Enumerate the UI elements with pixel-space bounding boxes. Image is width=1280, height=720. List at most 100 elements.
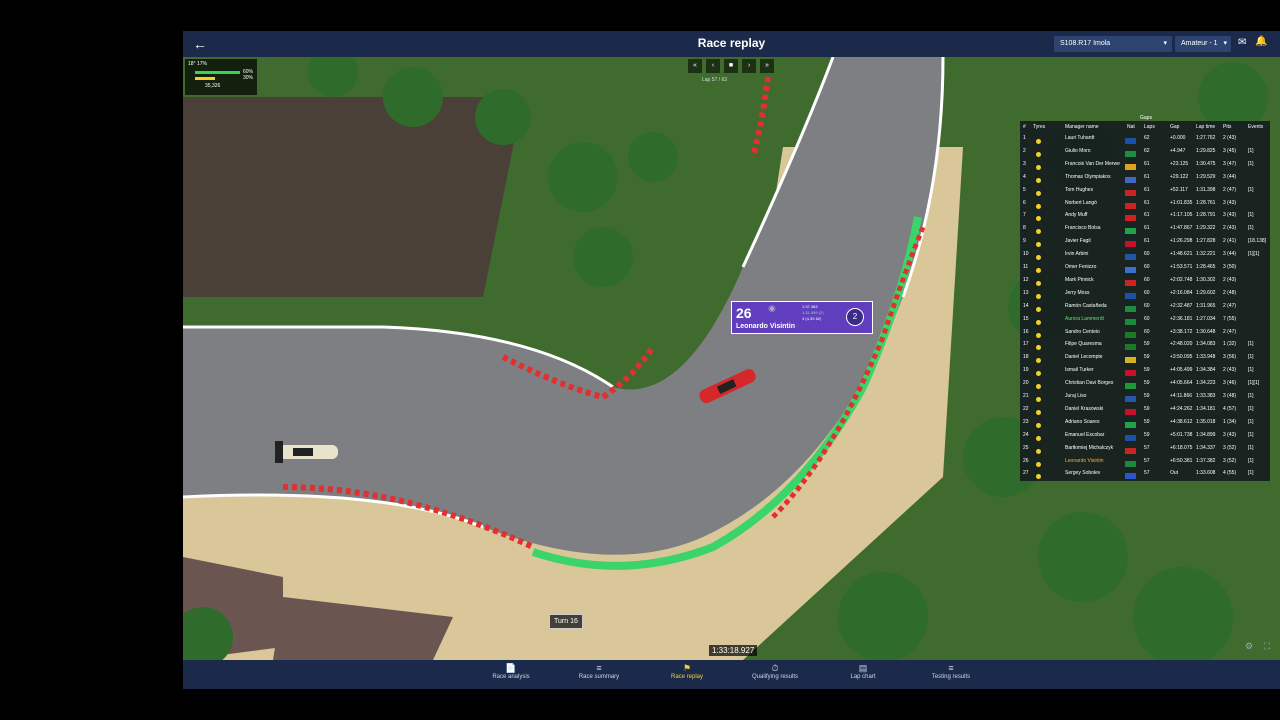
table-row[interactable]: 21 Juraj Liso 59 +4:11.866 1:33.383 3 (48) [1] (1020, 393, 1270, 406)
settings-icon[interactable]: ⚙ (1243, 641, 1255, 653)
cell-manager: Omer Fenizzo (1065, 264, 1097, 270)
table-row[interactable]: 12 Mark Pinnick 60 +2:02.748 1:30.302 2 (43) (1020, 277, 1270, 290)
cell-manager: Sergey Sobolev (1065, 470, 1101, 477)
cell-manager: Christian Davi Borges (1065, 380, 1114, 387)
table-row[interactable]: 26 Leonardo Visintin 57 +6:50.381 1:37.382 3 … (1020, 458, 1270, 471)
table-row[interactable]: 17 Filipe Quaresma 59 +2:48.020 1:34.083 1 (3… (1020, 341, 1270, 354)
table-row[interactable]: 22 Daniel Krasowski 59 +4:24.262 1:34.181 4 (… (1020, 406, 1270, 419)
table-row[interactable]: 1 Lauri Tuhardt 62 +0.000 1:27.762 2 (43) (1020, 135, 1270, 148)
driver-stat-1: 1:37.383 (802, 304, 818, 309)
table-row[interactable]: 3 Francois Van Der Merwe 61 +23.125 1:30.475… (1020, 161, 1270, 174)
col-header: Manager name (1065, 124, 1099, 130)
flag-icon (1125, 150, 1136, 157)
nav-item-testing-results[interactable]: ≡ Testing results (911, 663, 991, 680)
table-row[interactable]: 9 Javier Fagil 61 +1:26.298 1:27.828 2 (41) [1… (1020, 238, 1270, 251)
rewind-icon[interactable]: « (688, 59, 702, 73)
table-row[interactable]: 2 Giulio Moro 62 +4.947 1:29.825 3 (45) [1] (1020, 148, 1270, 161)
cell-manager: Andy Muff (1065, 212, 1088, 219)
cell-pits: 3 (44) (1223, 251, 1237, 258)
cell-laptime: 1:28.761 (1196, 199, 1216, 206)
fullscreen-icon[interactable]: ⛶ (1261, 641, 1273, 653)
cell-pits: 2 (43) (1223, 135, 1237, 141)
cell-manager: Norbert Langó (1065, 199, 1097, 206)
table-row[interactable]: 7 Andy Muff 61 +1:17.105 1:28.791 3 (43) [1] (1020, 212, 1270, 225)
tyre-icon (1036, 397, 1041, 402)
table-row[interactable]: 10 Irvin Arbini 60 +1:48.621 1:32.221 3 (44) [… (1020, 251, 1270, 264)
cell-position: 20 (1023, 380, 1029, 387)
col-header: # (1023, 124, 1026, 130)
table-row[interactable]: 15 Aurora Lammerdt 60 +2:36.181 1:27.034 7 (5… (1020, 316, 1270, 329)
level-select[interactable]: Amateur - 1 ▾ (1175, 36, 1231, 52)
bell-icon[interactable]: 🔔 (1255, 36, 1267, 47)
cell-pits: 2 (43) (1223, 276, 1237, 283)
mail-icon[interactable]: ✉ (1238, 37, 1246, 48)
cell-manager: Ismail Turker (1065, 367, 1094, 374)
table-row[interactable]: 5 Tom Hughes 61 +52.117 1:31.398 2 (47) [1] (1020, 187, 1270, 200)
cell-pits: 2 (43) (1223, 225, 1237, 232)
cell-position: 14 (1023, 302, 1029, 309)
cell-position: 24 (1023, 431, 1029, 438)
cell-events: [1] (1248, 186, 1254, 193)
nav-item-race-replay[interactable]: ⚑ Race replay (647, 663, 727, 680)
table-row[interactable]: 19 Ismail Turker 59 +4:05.499 1:34.384 2 (43)… (1020, 367, 1270, 380)
cell-gap: +3:50.095 (1170, 354, 1193, 361)
table-row[interactable]: 20 Christian Davi Borges 59 +4:05.664 1:34.2… (1020, 380, 1270, 393)
tyre-icon (1036, 190, 1041, 196)
step-back-icon[interactable]: ‹ (706, 59, 720, 73)
cell-position: 23 (1023, 418, 1029, 425)
table-row[interactable]: 6 Norbert Langó 61 +1:01.835 1:28.761 3 (43) (1020, 200, 1270, 213)
nav-item-lap-chart[interactable]: ▤ Lap chart (823, 663, 903, 680)
cell-position: 26 (1023, 457, 1029, 464)
flag-icon (1125, 292, 1136, 299)
flag-icon (1125, 267, 1136, 273)
table-row[interactable]: 24 Emanuel Escobar 59 +5:01.738 1:34.899 3 (4… (1020, 432, 1270, 445)
cell-gap: +2:02.748 (1170, 276, 1193, 283)
list-icon: ≡ (948, 663, 954, 673)
step-forward-icon[interactable]: › (742, 59, 756, 73)
flag-icon: ⚑ (682, 663, 692, 673)
cell-position: 8 (1023, 225, 1026, 232)
timer-icon: ⏱ (771, 663, 779, 673)
col-header: Laps (1144, 124, 1155, 130)
cell-manager: Lauri Tuhardt (1065, 135, 1095, 141)
tyre-icon (1036, 229, 1041, 235)
table-row[interactable]: 23 Adriano Soares 59 +4:38.612 1:35.018 1 (34… (1020, 419, 1270, 432)
table-row[interactable]: 25 Bartłomiej Michalczyk 57 +6:18.075 1:34.3… (1020, 445, 1270, 458)
table-row[interactable]: 13 Jerry Moss 60 +2:16.084 1:29.602 2 (48) (1020, 290, 1270, 303)
table-row[interactable]: 8 Francisco Bolsa 61 +1:47.867 1:29.322 2 (43… (1020, 225, 1270, 238)
nav-item-label: Testing results (931, 674, 971, 680)
flag-icon (1125, 408, 1136, 415)
standings-title: Gaps (1140, 115, 1152, 121)
nav-item-race-analysis[interactable]: 📄 Race analysis (471, 663, 551, 680)
table-row[interactable]: 14 Ramón Castañeda 60 +2:32.487 1:31.965 2 (4… (1020, 303, 1270, 316)
series-select[interactable]: S108.R17 Imola ▾ (1054, 36, 1172, 52)
cell-laps: 60 (1144, 328, 1150, 335)
cell-position: 3 (1023, 160, 1026, 167)
fast-forward-icon[interactable]: » (760, 59, 774, 73)
cell-position: 18 (1023, 354, 1029, 361)
cell-laps: 57 (1144, 444, 1150, 451)
driver-card[interactable]: 26 Leonardo Visintin ◉ 1:37.383 1:31.099… (731, 301, 873, 334)
turn-label: Turn 16 (549, 614, 583, 629)
cell-pits: 4 (57) (1223, 405, 1237, 412)
cell-laps: 60 (1144, 289, 1150, 296)
cell-laps: 59 (1144, 380, 1150, 387)
table-row[interactable]: 27 Sergey Sobolev 57 Out 1:33.608 4 (55) [1] (1020, 470, 1270, 483)
table-row[interactable]: 4 Thomas Olympiakos 61 +29.122 1:29.529 3 (44… (1020, 174, 1270, 187)
cell-events: [1] (1248, 212, 1254, 219)
tyre-icon (1036, 268, 1041, 273)
tyre-icon (1036, 306, 1041, 312)
chevron-down-icon: ▾ (1223, 40, 1227, 47)
nav-item-qualifying-results[interactable]: ⏱ Qualifying results (735, 663, 815, 680)
table-row[interactable]: 16 Sandro Centeio 60 +3:38.172 1:30.648 2 (47… (1020, 329, 1270, 342)
stop-icon[interactable]: ■ (724, 59, 738, 73)
cell-laps: 61 (1144, 212, 1150, 219)
col-header: Events (1248, 124, 1264, 130)
cell-gap: +1:17.105 (1170, 212, 1193, 219)
table-row[interactable]: 18 Daniel Lecompte 59 +3:50.095 1:33.948 3 (5… (1020, 354, 1270, 367)
table-row[interactable]: 11 Omer Fenizzo 60 +1:53.571 1:28.465 3 (50) (1020, 264, 1270, 277)
cell-pits: 3 (48) (1223, 393, 1237, 399)
tyre-icon (1036, 203, 1041, 209)
nav-item-race-summary[interactable]: ≡ Race summary (559, 663, 639, 680)
flag-icon (1125, 163, 1136, 170)
